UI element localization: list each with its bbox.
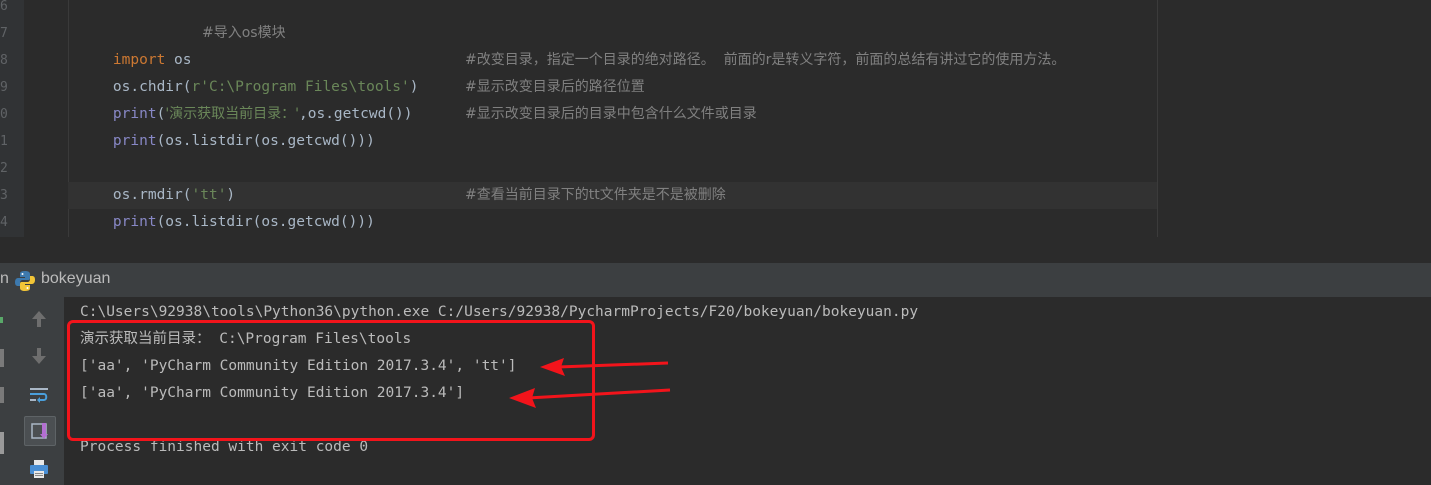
code-comment: #改变目录，指定一个目录的绝对路径。 前面的r是转义字符，前面的总结有讲过它的使… <box>465 52 1066 68</box>
code-comment: #导入os模块 <box>202 25 286 41</box>
run-config-tab[interactable]: bokeyuan <box>41 270 110 288</box>
line-number: 7 <box>0 26 8 41</box>
right-margin-guide <box>1157 0 1158 237</box>
soft-wrap-icon[interactable] <box>24 381 54 409</box>
toolbar-edge-icon <box>0 349 4 367</box>
print-icon[interactable] <box>24 455 54 483</box>
line-number: 3 <box>0 188 8 203</box>
code-line[interactable]: print(os.listdir(os.getcwd())) <box>78 101 375 149</box>
builtin-function: print <box>112 214 157 230</box>
code-comment: #显示改变目录后的目录中包含什么文件或目录 <box>465 106 757 122</box>
line-number-gutter: 6 7 8 9 0 1 2 3 4 <box>0 0 24 237</box>
builtin-function: print <box>112 133 157 149</box>
annotation-arrow-icon <box>557 361 669 369</box>
python-icon <box>14 270 36 296</box>
code-editor[interactable]: 6 7 8 9 0 1 2 3 4 import os #导入os模块 os.c… <box>0 0 1431 237</box>
line-number: 0 <box>0 107 8 122</box>
code-line[interactable]: print(os.listdir(os.getcwd())) <box>78 182 375 230</box>
toolbar-edge-icon <box>0 432 4 454</box>
code-line[interactable]: os.rmdir('tt') <box>78 155 235 203</box>
annotation-arrow-icon <box>530 388 671 400</box>
line-number: 2 <box>0 161 8 176</box>
run-toolbar <box>0 297 64 485</box>
up-arrow-icon[interactable] <box>24 305 54 333</box>
code-line[interactable]: os.chdir(r'C:\Program Files\tools') <box>78 47 419 95</box>
line-number: 1 <box>0 134 8 149</box>
line-number: 4 <box>0 215 8 230</box>
line-number: 6 <box>0 0 8 14</box>
code-line[interactable]: print('演示获取当前目录：',os.getcwd()) <box>78 74 413 122</box>
code-line[interactable]: import os <box>78 20 192 68</box>
annotation-arrows <box>530 358 671 400</box>
run-indicator <box>0 317 3 323</box>
run-panel-header: n bokeyuan <box>0 264 1431 297</box>
line-number: 9 <box>0 80 8 95</box>
code-text: (os.listdir(os.getcwd())) <box>156 214 375 230</box>
run-panel-title-fragment: n <box>0 270 9 287</box>
annotation-highlight-box <box>67 320 595 441</box>
annotation-arrowhead-icon <box>509 388 536 408</box>
line-number: 8 <box>0 53 8 68</box>
code-text: (os.listdir(os.getcwd())) <box>156 133 375 149</box>
down-arrow-icon[interactable] <box>24 342 54 370</box>
code-comment: #显示改变目录后的路径位置 <box>465 79 645 95</box>
code-comment: #查看当前目录下的tt文件夹是不是被删除 <box>465 187 726 203</box>
scroll-to-end-icon[interactable] <box>24 416 56 446</box>
toolbar-edge-icon <box>0 387 4 403</box>
